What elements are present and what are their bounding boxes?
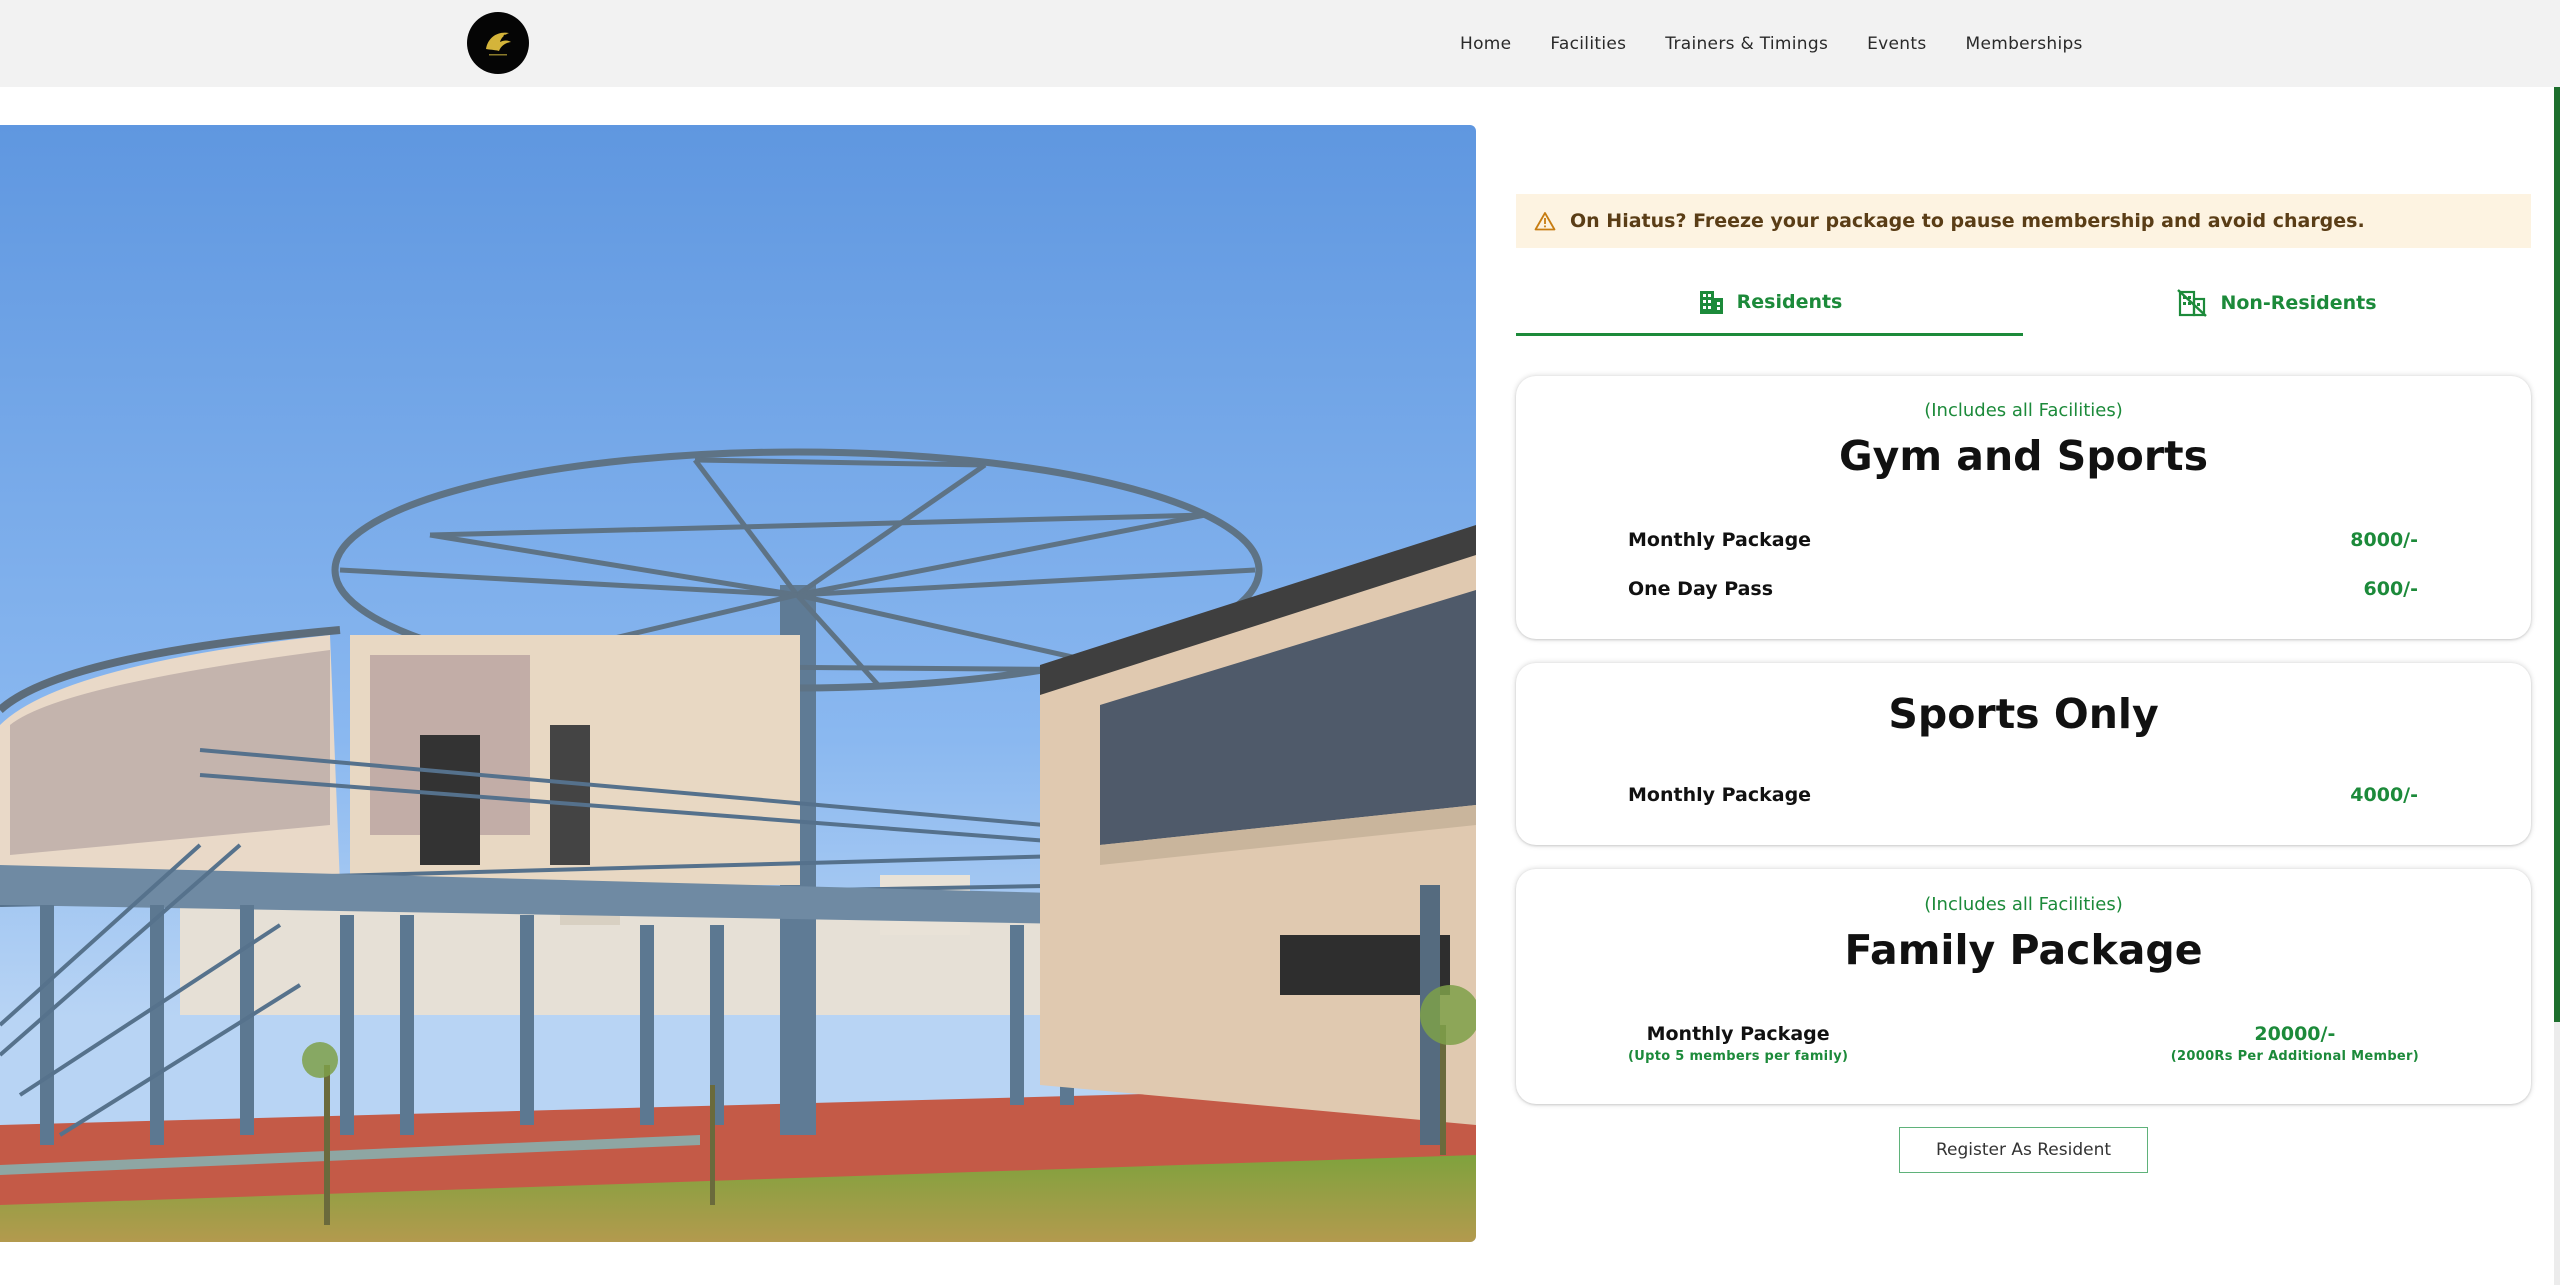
price-label: One Day Pass	[1628, 578, 1774, 600]
freeze-alert: On Hiatus? Freeze your package to pause …	[1516, 194, 2531, 248]
sports-complex-photo	[0, 125, 1476, 1242]
nav-link-memberships[interactable]: Memberships	[1965, 34, 2082, 54]
register-resident-button[interactable]: Register As Resident	[1899, 1127, 2148, 1173]
nav-link-home[interactable]: Home	[1460, 34, 1511, 54]
card-includes-note: (Includes all Facilities)	[1924, 894, 2123, 915]
family-label-block: Monthly Package (Upto 5 members per fami…	[1628, 1023, 1848, 1064]
nav-link-events[interactable]: Events	[1867, 34, 1926, 54]
card-title: Sports Only	[1888, 690, 2159, 738]
price-row: Monthly Package 4000/-	[1628, 784, 2418, 806]
building-off-icon	[2177, 289, 2208, 317]
package-card-gym-sports: (Includes all Facilities) Gym and Sports…	[1516, 376, 2531, 639]
price-row: Monthly Package 8000/-	[1628, 529, 2418, 551]
price-label: Monthly Package	[1628, 784, 1812, 806]
scrollbar-track[interactable]	[2554, 1022, 2560, 1285]
card-includes-note: (Includes all Facilities)	[1924, 400, 2123, 421]
tab-residents-label: Residents	[1736, 290, 1843, 313]
price-value-note: (2000Rs Per Additional Member)	[2170, 1049, 2419, 1064]
tab-non-residents[interactable]: Non-Residents	[2023, 270, 2530, 336]
price-label-note: (Upto 5 members per family)	[1628, 1049, 1849, 1064]
tab-non-residents-label: Non-Residents	[2220, 292, 2377, 314]
membership-tabs: Residents Non-Residents	[1516, 270, 2531, 336]
package-card-family: (Includes all Facilities) Family Package…	[1516, 869, 2531, 1104]
price-value: 4000/-	[2350, 784, 2418, 806]
card-title: Family Package	[1844, 926, 2203, 974]
building-icon	[1699, 290, 1723, 314]
card-title: Gym and Sports	[1838, 432, 2209, 480]
tab-residents[interactable]: Residents	[1516, 270, 2023, 336]
family-price-block: 20000/- (2000Rs Per Additional Member)	[2171, 1023, 2419, 1064]
alert-text: On Hiatus? Freeze your package to pause …	[1570, 210, 2365, 232]
nav-links: Home Facilities Trainers & Timings Event…	[1460, 0, 2083, 87]
navbar: Home Facilities Trainers & Timings Event…	[0, 0, 2560, 87]
warning-icon	[1534, 212, 1556, 231]
price-value: 8000/-	[2350, 529, 2418, 551]
price-label: Monthly Package	[1646, 1023, 1830, 1045]
eagle-logo-icon[interactable]	[467, 12, 529, 74]
price-label: Monthly Package	[1628, 529, 1812, 551]
scrollbar-thumb[interactable]	[2554, 87, 2560, 1022]
nav-link-trainers-timings[interactable]: Trainers & Timings	[1665, 34, 1828, 54]
price-value: 20000/-	[2254, 1023, 2336, 1045]
nav-link-facilities[interactable]: Facilities	[1550, 34, 1626, 54]
package-card-sports-only: Sports Only Monthly Package 4000/-	[1516, 663, 2531, 845]
price-value: 600/-	[2363, 578, 2419, 600]
price-row: One Day Pass 600/-	[1628, 578, 2418, 600]
